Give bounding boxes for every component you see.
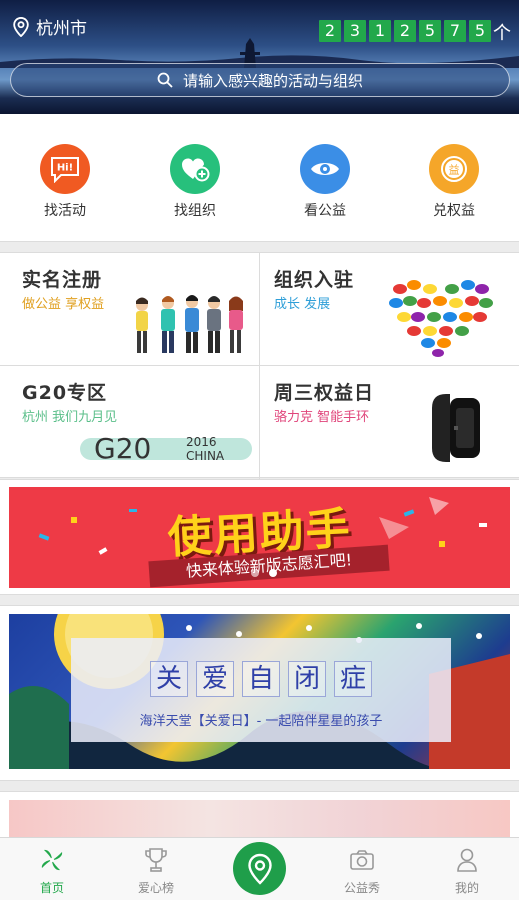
third-banner[interactable] <box>9 800 510 840</box>
tab-label: 我的 <box>454 881 479 895</box>
counter-digit: 5 <box>419 20 441 42</box>
center-map-button[interactable] <box>233 842 286 895</box>
title-char: 症 <box>334 661 372 697</box>
location-pin-icon <box>13 16 29 37</box>
heart-plus-icon <box>170 144 220 194</box>
grid-subtitle: 骆力克 智能手环 <box>274 410 370 425</box>
quick-nav: Hi! 找活动 找组织 看公益 益 兑权益 <box>0 114 519 242</box>
user-icon <box>457 848 477 872</box>
colorful-hands-heart-illustration <box>389 280 493 357</box>
tab-label: 爱心榜 <box>137 881 174 895</box>
counter-unit: 个 <box>493 23 511 44</box>
quick-nav-find-activity[interactable]: Hi! 找活动 <box>20 144 110 220</box>
autism-banner-title: 关 爱 自 闭 症 <box>71 661 451 697</box>
tab-love-ranking[interactable]: 爱心榜 <box>116 846 196 896</box>
benefit-badge-text: 益 <box>449 163 460 177</box>
counter-digit: 5 <box>469 20 491 42</box>
tab-charity-show[interactable]: 公益秀 <box>322 846 402 896</box>
grid-title: 周三权益日 <box>274 382 375 404</box>
benefit-coin-icon: 益 <box>429 144 479 194</box>
g20-logo: G20 2016 CHINA <box>80 432 252 466</box>
tab-label: 首页 <box>39 881 64 895</box>
counter-digit: 2 <box>394 20 416 42</box>
tab-label: 公益秀 <box>343 881 380 895</box>
hi-badge-text: Hi! <box>57 163 73 174</box>
title-char: 关 <box>150 661 188 697</box>
pinwheel-icon <box>41 849 63 871</box>
quick-nav-label: 找活动 <box>44 203 86 219</box>
location-selector[interactable]: 杭州市 <box>12 14 87 39</box>
grid-divider-horizontal <box>0 365 519 366</box>
header-banner: 杭州市 2 3 1 2 5 7 5 个 请输入感兴趣的活动与组织 <box>0 0 519 114</box>
g20-logo-country: CHINA <box>186 449 225 463</box>
grid-subtitle: 杭州 我们九月见 <box>22 410 118 425</box>
title-char: 自 <box>242 661 280 697</box>
third-banner-card <box>0 791 519 841</box>
carousel-dots <box>251 569 277 577</box>
search-bar[interactable]: 请输入感兴趣的活动与组织 <box>10 63 510 97</box>
grid-divider-vertical <box>259 253 260 479</box>
assistant-banner[interactable]: 使用助手 快来体验新版志愿汇吧! <box>9 487 510 588</box>
location-pin-icon <box>247 853 272 885</box>
counter-digit: 7 <box>444 20 466 42</box>
autism-banner-subtitle: 海洋天堂【关爱日】- 一起陪伴星星的孩子 <box>139 714 383 729</box>
search-placeholder: 请输入感兴趣的活动与组织 <box>182 71 363 90</box>
grid-wednesday-benefit-day[interactable]: 周三权益日 骆力克 智能手环 <box>260 366 519 478</box>
counter-digit: 3 <box>344 20 366 42</box>
assistant-banner-card: 使用助手 快来体验新版志愿汇吧! <box>0 479 519 595</box>
grid-title: G20专区 <box>22 382 108 404</box>
volunteer-counter: 2 3 1 2 5 7 5 <box>319 20 491 42</box>
autism-banner-panel: 关 爱 自 闭 症 海洋天堂【关爱日】- 一起陪伴星星的孩子 <box>71 638 451 742</box>
carousel-dot-active[interactable] <box>269 569 277 577</box>
title-char: 爱 <box>196 661 234 697</box>
tab-mine[interactable]: 我的 <box>427 846 507 896</box>
grid-g20-zone[interactable]: G20专区 杭州 我们九月见 G20 2016 CHINA <box>0 366 259 478</box>
grid-title: 实名注册 <box>22 269 103 291</box>
location-label: 杭州市 <box>36 19 87 39</box>
smart-band-image <box>432 394 480 462</box>
feature-grid: 实名注册 做公益 享权益 组织入驻 成长 发展 G20专区 杭州 我们九月见 G… <box>0 252 519 479</box>
autism-banner-card: 关 爱 自 闭 症 海洋天堂【关爱日】- 一起陪伴星星的孩子 <box>0 605 519 781</box>
quick-nav-label: 找组织 <box>174 203 216 219</box>
quick-nav-view-charity[interactable]: 看公益 <box>280 144 370 220</box>
quick-nav-label: 看公益 <box>304 203 346 219</box>
eye-icon <box>300 144 350 194</box>
autism-care-banner[interactable]: 关 爱 自 闭 症 海洋天堂【关爱日】- 一起陪伴星星的孩子 <box>9 614 510 769</box>
quick-nav-label: 兑权益 <box>433 203 475 219</box>
title-char: 闭 <box>288 661 326 697</box>
grid-subtitle: 成长 发展 <box>274 297 331 312</box>
grid-real-name-register[interactable]: 实名注册 做公益 享权益 <box>0 253 259 365</box>
grid-title: 组织入驻 <box>274 269 355 291</box>
volunteers-illustration <box>136 295 243 353</box>
search-icon <box>157 72 173 88</box>
grid-subtitle: 做公益 享权益 <box>22 297 105 312</box>
counter-digit: 2 <box>319 20 341 42</box>
trophy-icon <box>145 848 167 872</box>
g20-logo-text: G20 <box>94 432 152 465</box>
grid-org-join[interactable]: 组织入驻 成长 发展 <box>260 253 519 365</box>
carousel-dot[interactable] <box>251 569 259 577</box>
camera-icon <box>350 850 374 870</box>
g20-logo-year: 2016 <box>186 435 217 449</box>
quick-nav-find-org[interactable]: 找组织 <box>150 144 240 220</box>
hi-bubble-icon: Hi! <box>40 144 90 194</box>
counter-digit: 1 <box>369 20 391 42</box>
tab-home[interactable]: 首页 <box>12 846 92 896</box>
quick-nav-redeem-benefit[interactable]: 益 兑权益 <box>409 144 499 220</box>
